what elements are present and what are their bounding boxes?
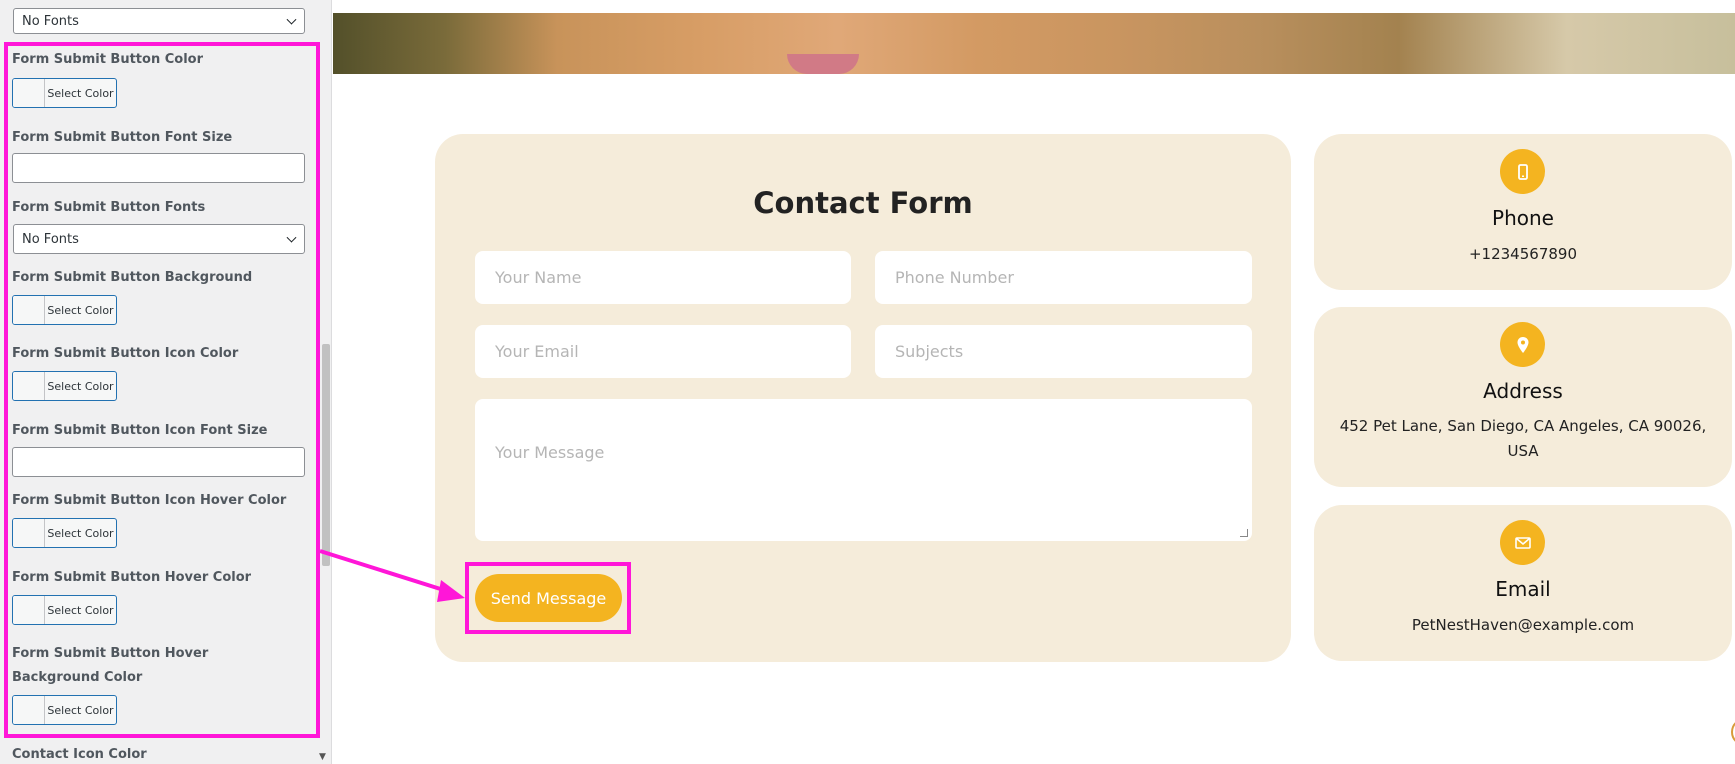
submit-color-label: Form Submit Button Color: [12, 52, 204, 67]
submit-hover-bg-color-button[interactable]: Select Color: [12, 695, 117, 725]
select-color-label: Select Color: [47, 703, 114, 717]
submit-icon-color-label: Form Submit Button Icon Color: [12, 346, 239, 361]
fonts-select-top-value: No Fonts: [22, 13, 79, 29]
customizer-panel: No Fonts Form Submit Button Color Select…: [0, 0, 332, 764]
scroll-top-icon[interactable]: [1731, 718, 1735, 746]
address-text: 452 Pet Lane, San Diego, CA Angeles, CA …: [1339, 417, 1707, 460]
submit-color-button[interactable]: Select Color: [12, 78, 117, 108]
phone-card: Phone +1234567890: [1314, 134, 1732, 290]
submit-hover-color-button[interactable]: Select Color: [12, 595, 117, 625]
submit-fonts-select[interactable]: No Fonts: [13, 224, 305, 254]
address-title: Address: [1483, 379, 1563, 403]
select-color-label: Select Color: [47, 379, 114, 393]
submit-icon-hover-color-button[interactable]: Select Color: [12, 518, 117, 548]
color-swatch: [13, 79, 45, 107]
fonts-select-top[interactable]: No Fonts: [13, 8, 305, 34]
contact-icon-color-label: Contact Icon Color: [12, 747, 147, 762]
submit-hover-color-label: Form Submit Button Hover Color: [12, 570, 252, 585]
submit-hover-bg-color-label: Form Submit Button Hover Background Colo…: [12, 646, 209, 685]
select-color-label: Select Color: [47, 86, 114, 100]
address-card: Address 452 Pet Lane, San Diego, CA Ange…: [1314, 307, 1732, 487]
email-input[interactable]: Your Email: [475, 325, 851, 378]
send-message-button[interactable]: Send Message: [475, 574, 622, 622]
form-title: Contact Form: [753, 186, 973, 220]
select-color-label: Select Color: [47, 303, 114, 317]
phone-input[interactable]: Phone Number: [875, 251, 1252, 304]
chevron-down-icon: [286, 232, 297, 243]
phone-icon: [1500, 149, 1545, 194]
hero-image: [333, 13, 1735, 74]
scroll-down-icon[interactable]: ▼: [319, 752, 326, 762]
submit-icon-font-size-input[interactable]: [12, 447, 305, 477]
submit-font-size-label: Form Submit Button Font Size: [12, 130, 233, 145]
resize-grip-icon[interactable]: [1240, 529, 1248, 537]
message-textarea[interactable]: Your Message: [475, 399, 1252, 541]
subject-input[interactable]: Subjects: [875, 325, 1252, 378]
submit-font-size-input[interactable]: [12, 153, 305, 183]
select-color-label: Select Color: [47, 603, 114, 617]
message-placeholder: Your Message: [495, 443, 605, 462]
submit-icon-hover-color-label: Form Submit Button Icon Hover Color: [12, 493, 287, 508]
submit-fonts-label: Form Submit Button Fonts: [12, 200, 206, 215]
email-address: PetNestHaven@example.com: [1411, 616, 1635, 634]
name-input[interactable]: Your Name: [475, 251, 851, 304]
submit-bg-color-button[interactable]: Select Color: [12, 295, 117, 325]
submit-icon-color-button[interactable]: Select Color: [12, 371, 117, 401]
color-swatch: [13, 296, 45, 324]
email-title: Email: [1495, 577, 1551, 601]
arrow-line: [319, 549, 451, 594]
color-swatch: [13, 696, 45, 724]
select-color-label: Select Color: [47, 526, 114, 540]
submit-fonts-select-value: No Fonts: [22, 231, 79, 247]
chevron-down-icon: [286, 14, 297, 25]
map-pin-icon: [1500, 322, 1545, 367]
dog-tongue-image: [787, 54, 859, 74]
submit-icon-font-size-label: Form Submit Button Icon Font Size: [12, 423, 268, 438]
color-swatch: [13, 519, 45, 547]
email-card: Email PetNestHaven@example.com: [1314, 505, 1732, 661]
color-swatch: [13, 596, 45, 624]
envelope-icon: [1500, 520, 1545, 565]
color-swatch: [13, 372, 45, 400]
phone-title: Phone: [1492, 206, 1554, 230]
phone-number: +1234567890: [1468, 245, 1577, 263]
panel-scroll-thumb[interactable]: [322, 344, 330, 566]
